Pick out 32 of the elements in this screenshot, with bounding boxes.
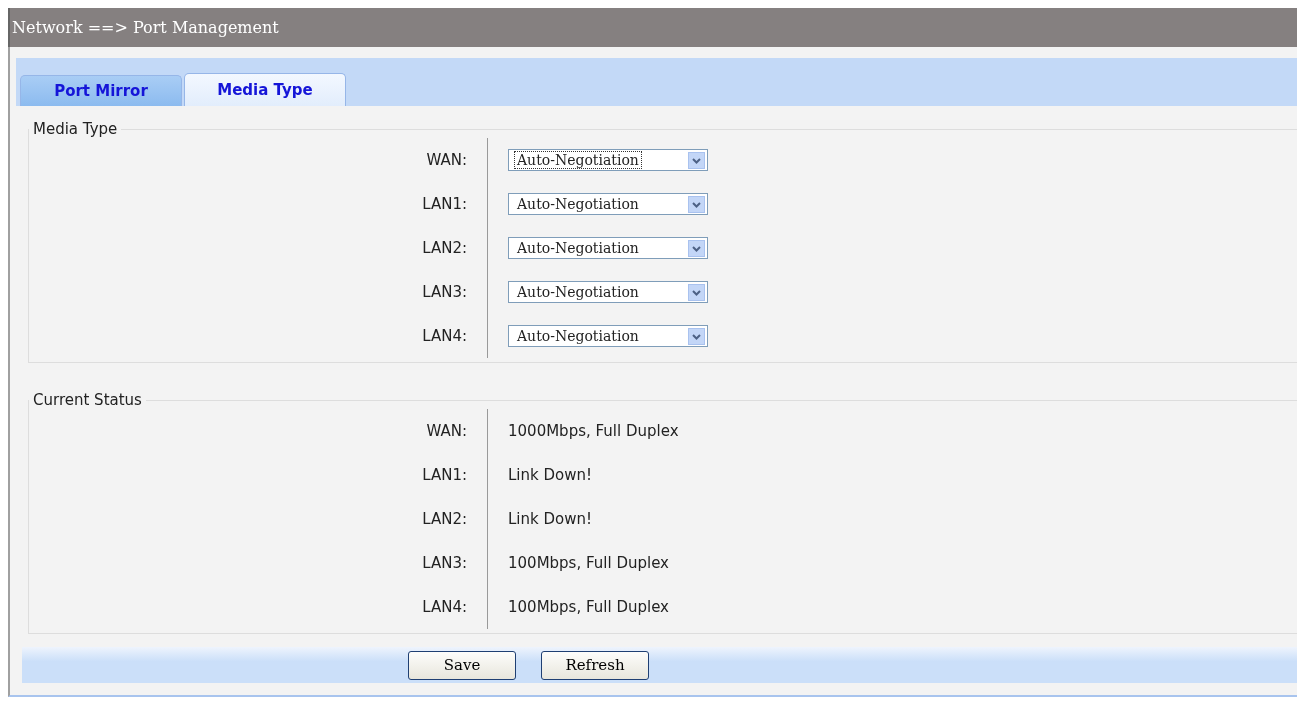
port-label: LAN1: [421, 195, 467, 213]
dropdown-value: Auto-Negotiation [514, 151, 642, 169]
port-status: 100Mbps, Full Duplex [508, 554, 669, 572]
tab[interactable]: Port Mirror [20, 75, 182, 106]
port-label: LAN2: [421, 510, 467, 528]
breadcrumb-title: Network ==> Port Management [12, 18, 279, 37]
port-status: 100Mbps, Full Duplex [508, 598, 669, 616]
port-label: WAN: [425, 422, 467, 440]
port-label: LAN4: [421, 327, 467, 345]
tab[interactable]: Media Type [184, 73, 346, 106]
dropdown-value: Auto-Negotiation [516, 195, 640, 213]
port-label: LAN1: [421, 466, 467, 484]
port-label: LAN4: [421, 598, 467, 616]
media-type-dropdown[interactable]: Auto-Negotiation [508, 237, 708, 259]
dropdown-value: Auto-Negotiation [516, 327, 640, 345]
media-type-dropdown[interactable]: Auto-Negotiation [508, 149, 708, 171]
action-button[interactable]: Save [408, 650, 516, 680]
media-type-dropdown[interactable]: Auto-Negotiation [508, 281, 708, 303]
port-label: WAN: [425, 151, 467, 169]
group-legend: Media Type [29, 120, 122, 138]
port-label: LAN2: [421, 239, 467, 257]
port-label: LAN3: [421, 554, 467, 572]
dropdown-value: Auto-Negotiation [516, 239, 640, 257]
media-type-dropdown[interactable]: Auto-Negotiation [508, 193, 708, 215]
port-label: LAN3: [421, 283, 467, 301]
port-status: 1000Mbps, Full Duplex [508, 422, 679, 440]
group-legend: Current Status [29, 391, 146, 409]
media-type-dropdown[interactable]: Auto-Negotiation [508, 325, 708, 347]
dropdown-value: Auto-Negotiation [516, 283, 640, 301]
port-status: Link Down! [508, 510, 592, 528]
port-status: Link Down! [508, 466, 592, 484]
action-button[interactable]: Refresh [541, 650, 649, 680]
